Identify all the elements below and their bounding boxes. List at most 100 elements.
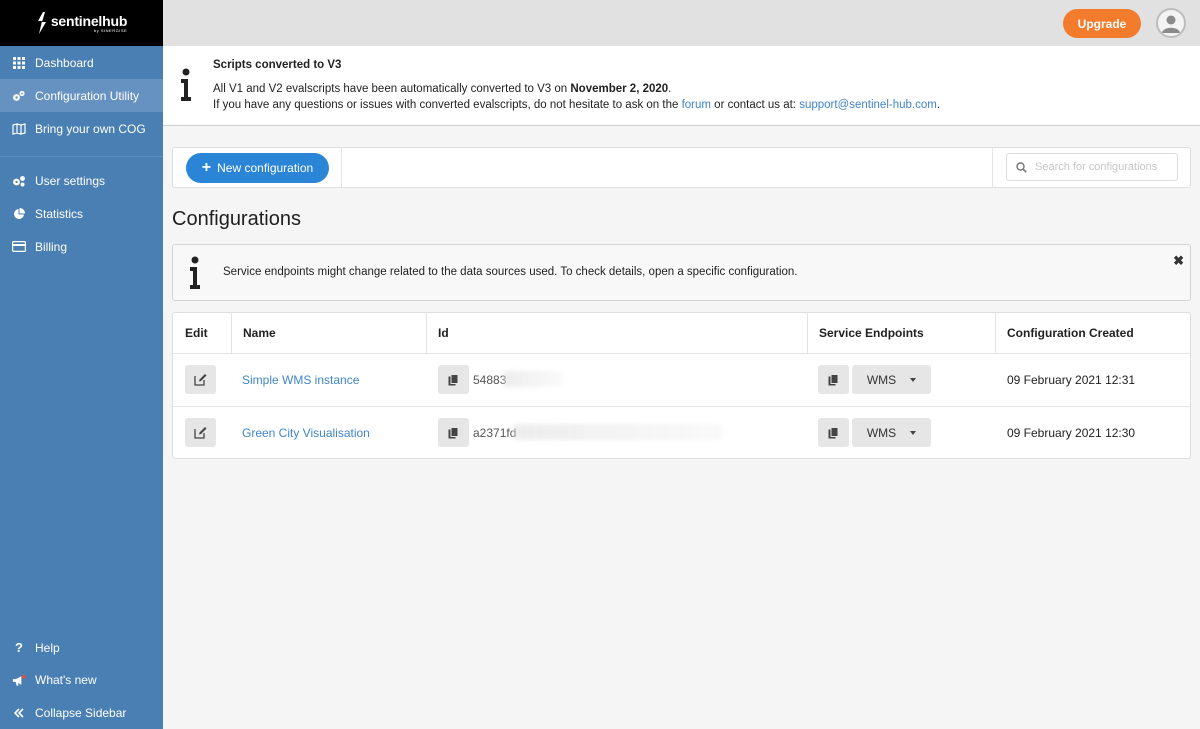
question-icon: ? [15, 640, 23, 656]
caret-down-icon [910, 430, 917, 435]
sidebar-item-user-settings[interactable]: User settings [0, 164, 163, 197]
sentinelhub-logo-icon [37, 12, 46, 34]
support-email-link[interactable]: support@sentinel-hub.com [799, 99, 937, 111]
top-bar: Upgrade [163, 0, 1200, 46]
configurations-toolbar: + New configuration [172, 147, 1191, 188]
collapse-sidebar-button[interactable]: Collapse Sidebar [0, 697, 163, 729]
double-chevron-left-icon [12, 706, 26, 720]
search-input[interactable] [1035, 161, 1165, 173]
table-row: Green City Visualisation a2371fd WMS 09 … [173, 407, 1190, 460]
configuration-name-link[interactable]: Green City Visualisation [242, 426, 370, 440]
notice-text: Service endpoints might change related t… [223, 266, 798, 278]
copy-id-button[interactable] [438, 365, 469, 394]
toolbar-divider [992, 148, 993, 187]
announcement-banner: Scripts converted to V3 All V1 and V2 ev… [163, 46, 1200, 126]
column-header-id: Id [438, 326, 449, 340]
sidebar-item-bring-your-own-cog[interactable]: Bring your own COG [0, 112, 163, 145]
sidebar-item-label: Configuration Utility [35, 88, 140, 103]
sidebar-item-label: Bring your own COG [35, 121, 146, 136]
close-icon[interactable]: ✖ [1173, 254, 1184, 267]
service-endpoint-value: WMS [866, 425, 897, 440]
copy-icon [828, 426, 839, 438]
column-header-configuration-created: Configuration Created [1007, 326, 1134, 340]
sidebar: sentinelhub by SINERGISE Dashboard Confi… [0, 0, 163, 729]
sidebar-item-label: Statistics [35, 206, 84, 221]
sidebar-item-billing[interactable]: Billing [0, 230, 163, 263]
announcement-text: . [668, 83, 672, 95]
announcement-text: . [936, 99, 941, 111]
configuration-created-date: 09 February 2021 12:30 [1007, 426, 1136, 440]
caret-down-icon [910, 377, 917, 382]
sidebar-item-whats-new[interactable]: What's new [0, 664, 163, 697]
sidebar-item-configuration-utility[interactable]: Configuration Utility [0, 79, 163, 112]
info-icon [181, 68, 191, 101]
service-endpoint-select[interactable]: WMS [852, 418, 931, 447]
copy-id-button[interactable] [438, 418, 469, 447]
announcement-title: Scripts converted to V3 [213, 59, 342, 71]
new-configuration-button[interactable]: + New configuration [186, 153, 329, 183]
plus-icon: + [201, 158, 212, 176]
search-icon [1016, 161, 1027, 173]
sidebar-item-label: What's new [35, 673, 97, 688]
user-icon [1162, 15, 1180, 33]
user-avatar-button[interactable] [1156, 8, 1186, 38]
sidebar-item-label: User settings [35, 173, 106, 188]
announcement-text-line2: If you have any questions or issues with… [213, 99, 940, 111]
redacted-id [513, 424, 723, 440]
grid-icon [12, 56, 26, 70]
sidebar-item-label: Dashboard [35, 55, 94, 70]
column-header-name: Name [243, 326, 276, 340]
logo-subtext: by SINERGISE [94, 27, 128, 33]
new-configuration-label: New configuration [217, 161, 314, 175]
configuration-id: a2371fd [473, 426, 517, 440]
map-icon [12, 122, 26, 136]
copy-icon [448, 373, 459, 385]
upgrade-button[interactable]: Upgrade [1063, 9, 1141, 38]
announcement-text: If you have any questions or issues with… [213, 99, 682, 111]
credit-card-icon [12, 240, 26, 254]
megaphone-icon [12, 673, 26, 687]
sidebar-item-help[interactable]: ? Help [0, 632, 163, 665]
cogs-icon [12, 89, 26, 103]
sidebar-item-dashboard[interactable]: Dashboard [0, 46, 163, 79]
pie-chart-icon [12, 207, 26, 221]
page-title: Configurations [172, 208, 301, 230]
logo-bar: sentinelhub by SINERGISE [0, 0, 163, 46]
sidebar-item-label: Billing [35, 239, 68, 254]
sidebar-bottom: ? Help What's new Collapse Sidebar [0, 632, 163, 729]
configuration-created-date: 09 February 2021 12:31 [1007, 373, 1136, 387]
sidebar-item-label: Collapse Sidebar [35, 705, 127, 720]
edit-icon [194, 374, 207, 386]
sidebar-divider [0, 156, 163, 157]
announcement-text: All V1 and V2 evalscripts have been auto… [213, 83, 571, 95]
announcement-text-line1: All V1 and V2 evalscripts have been auto… [213, 83, 671, 95]
service-endpoint-select[interactable]: WMS [852, 365, 931, 394]
forum-link[interactable]: forum [682, 99, 711, 111]
copy-endpoint-button[interactable] [818, 365, 849, 394]
announcement-text: or contact us at: [710, 99, 800, 111]
service-endpoint-value: WMS [866, 372, 897, 387]
service-endpoints-notice: Service endpoints might change related t… [172, 244, 1191, 301]
redacted-id [503, 371, 563, 387]
configuration-id: 54883 [473, 373, 507, 387]
toolbar-divider [341, 148, 342, 187]
configuration-name-link[interactable]: Simple WMS instance [242, 373, 359, 387]
sidebar-item-label: Help [35, 640, 60, 655]
edit-icon [194, 427, 207, 439]
search-box[interactable] [1006, 153, 1178, 181]
sentinelhub-logo[interactable]: sentinelhub by SINERGISE [36, 12, 127, 34]
edit-button[interactable] [185, 418, 216, 447]
column-header-service-endpoints: Service Endpoints [819, 326, 924, 340]
copy-endpoint-button[interactable] [818, 418, 849, 447]
announcement-date: November 2, 2020 [570, 83, 669, 95]
table-row: Simple WMS instance 54883 WMS 09 Februar… [173, 354, 1190, 407]
configurations-table: Edit Name Id Service Endpoints Configura… [172, 312, 1191, 459]
column-header-edit: Edit [185, 326, 208, 340]
sidebar-item-statistics[interactable]: Statistics [0, 197, 163, 230]
copy-icon [448, 426, 459, 438]
logo-text: sentinelhub [50, 12, 128, 29]
copy-icon [828, 373, 839, 385]
user-cogs-icon [12, 174, 26, 188]
edit-button[interactable] [185, 365, 216, 394]
info-icon [190, 256, 200, 289]
